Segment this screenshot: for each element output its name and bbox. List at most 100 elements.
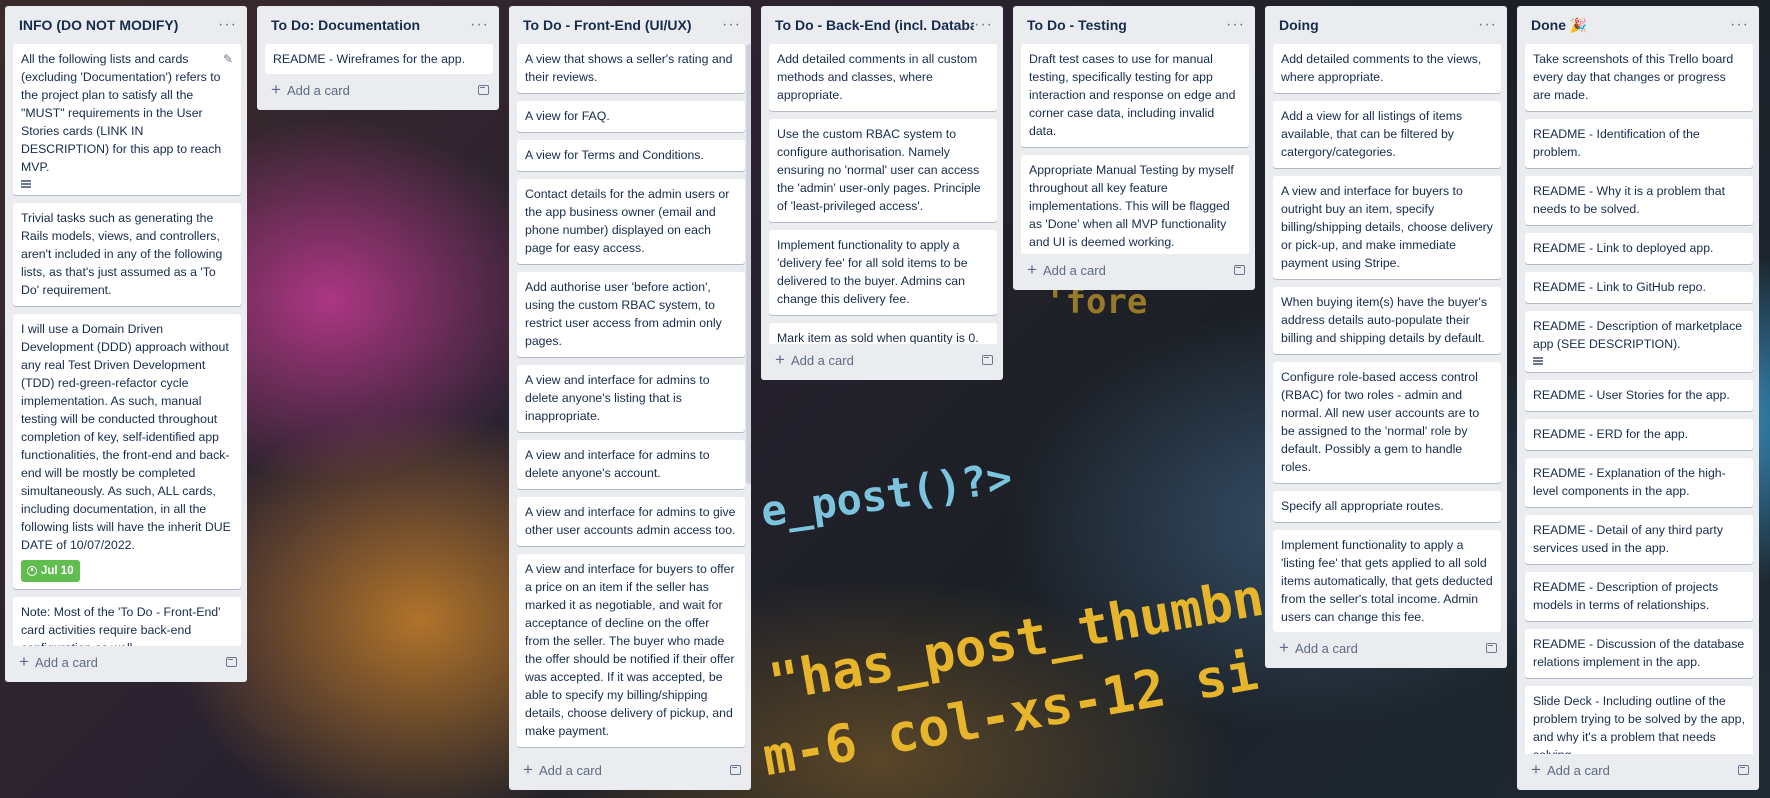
card-text: README - Link to deployed app. [1533, 241, 1714, 255]
card-text: All the following lists and cards (exclu… [21, 52, 222, 174]
list-title[interactable]: To Do - Front-End (UI/UX) [523, 17, 691, 33]
description-icon [21, 180, 31, 188]
list-title[interactable]: INFO (DO NOT MODIFY) [19, 17, 178, 33]
list-title[interactable]: Doing [1279, 17, 1319, 33]
create-from-template-icon[interactable] [1738, 765, 1749, 775]
card[interactable]: A view and interface for buyers to outri… [1273, 176, 1501, 279]
list-title[interactable]: Done 🎉 [1531, 17, 1587, 34]
card[interactable]: Appropriate Manual Testing by myself thr… [1021, 155, 1249, 254]
card[interactable]: Add detailed comments in all custom meth… [769, 44, 997, 111]
card[interactable]: README - Explanation of the high-level c… [1525, 458, 1753, 507]
card[interactable]: A view and interface for admins to delet… [517, 365, 745, 432]
card[interactable]: Mark item as sold when quantity is 0. [769, 323, 997, 344]
add-card-button[interactable]: + Add a card [1279, 639, 1358, 656]
create-from-template-icon[interactable] [1486, 643, 1497, 653]
card[interactable]: A view and interface for admins to delet… [517, 440, 745, 489]
list-menu-icon[interactable]: ··· [1226, 17, 1245, 33]
card[interactable]: README - Link to GitHub repo. [1525, 272, 1753, 303]
card-text: A view for Terms and Conditions. [525, 148, 704, 162]
card-text: I will use a Domain Driven Development (… [21, 322, 231, 552]
plus-icon: + [523, 760, 533, 779]
card[interactable]: README - Why it is a problem that needs … [1525, 176, 1753, 225]
list-menu-icon[interactable]: ··· [218, 17, 237, 33]
add-card-button[interactable]: + Add a card [523, 760, 602, 779]
due-date-badge[interactable]: Jul 10 [21, 560, 80, 582]
card[interactable]: Slide Deck - Including outline of the pr… [1525, 686, 1753, 754]
card-text: Appropriate Manual Testing by myself thr… [1029, 163, 1234, 249]
card[interactable]: README - Link to deployed app. [1525, 233, 1753, 264]
add-card-label: Add a card [1294, 640, 1358, 656]
card[interactable]: README - Discussion of the database rela… [1525, 629, 1753, 678]
card[interactable]: README - Identification of the problem. [1525, 119, 1753, 168]
list-title[interactable]: To Do: Documentation [271, 17, 420, 33]
card[interactable]: README - Detail of any third party servi… [1525, 515, 1753, 564]
add-card-button[interactable]: + Add a card [19, 653, 98, 670]
card-container: ✎ All the following lists and cards (exc… [5, 40, 247, 646]
card-text: Implement functionality to apply a 'list… [1281, 538, 1493, 624]
card[interactable]: Use the custom RBAC system to configure … [769, 119, 997, 222]
card-text: Add a view for all listings of items ava… [1281, 109, 1463, 159]
card-container: Add detailed comments to the views, wher… [1265, 40, 1507, 632]
card-text: Use the custom RBAC system to configure … [777, 127, 981, 213]
card[interactable]: Configure role-based access control (RBA… [1273, 362, 1501, 483]
card[interactable]: A view for FAQ. [517, 101, 745, 132]
list-header: Done 🎉 ··· [1517, 6, 1759, 40]
card[interactable]: A view for Terms and Conditions. [517, 140, 745, 171]
list-title[interactable]: To Do - Testing [1027, 17, 1127, 33]
card[interactable]: Note: Most of the 'To Do - Front-End' ca… [13, 597, 241, 646]
card-text: README - ERD for the app. [1533, 427, 1689, 441]
card[interactable]: Trivial tasks such as generating the Rai… [13, 203, 241, 306]
card[interactable]: Contact details for the admin users or t… [517, 179, 745, 264]
create-from-template-icon[interactable] [730, 765, 741, 775]
card[interactable]: README - ERD for the app. [1525, 419, 1753, 450]
card[interactable]: README - User Stories for the app. [1525, 380, 1753, 411]
create-from-template-icon[interactable] [1234, 265, 1245, 275]
card[interactable]: Add a view for all listings of items ava… [1273, 101, 1501, 168]
list-footer: + Add a card [1265, 632, 1507, 668]
list-menu-icon[interactable]: ··· [1478, 17, 1497, 33]
create-from-template-icon[interactable] [226, 657, 237, 667]
list-doing: Doing ··· Add detailed comments to the v… [1265, 6, 1507, 668]
card[interactable]: Take screenshots of this Trello board ev… [1525, 44, 1753, 111]
card[interactable]: Implement functionality to apply a 'list… [1273, 530, 1501, 632]
card[interactable]: Draft test cases to use for manual testi… [1021, 44, 1249, 147]
card-text: README - Wireframes for the app. [273, 52, 466, 66]
list-header: To Do - Back-End (incl. Database) ··· [761, 6, 1003, 40]
card[interactable]: A view and interface for buyers to offer… [517, 554, 745, 747]
plus-icon: + [271, 80, 281, 99]
list-menu-icon[interactable]: ··· [1730, 17, 1749, 33]
card-text: Draft test cases to use for manual testi… [1029, 52, 1236, 138]
add-card-button[interactable]: + Add a card [775, 350, 854, 369]
card-text: Specify all appropriate routes. [1281, 499, 1444, 513]
card[interactable]: Specify all appropriate routes. [1273, 491, 1501, 522]
add-card-button[interactable]: + Add a card [1027, 261, 1106, 278]
create-from-template-icon[interactable] [982, 355, 993, 365]
card[interactable]: ✎ All the following lists and cards (exc… [13, 44, 241, 195]
edit-pencil-icon[interactable]: ✎ [223, 50, 233, 68]
card[interactable]: Add authorise user 'before action', usin… [517, 272, 745, 357]
card[interactable]: When buying item(s) have the buyer's add… [1273, 287, 1501, 354]
add-card-button[interactable]: + Add a card [271, 80, 350, 99]
list-menu-icon[interactable]: ··· [470, 17, 489, 33]
plus-icon: + [775, 350, 785, 369]
list-menu-icon[interactable]: ··· [974, 17, 993, 33]
add-card-label: Add a card [1042, 262, 1106, 278]
card-text: Slide Deck - Including outline of the pr… [1533, 694, 1745, 754]
card[interactable]: A view that shows a seller's rating and … [517, 44, 745, 93]
card[interactable]: README - Wireframes for the app. [265, 44, 493, 74]
card-text: A view and interface for buyers to outri… [1281, 184, 1493, 270]
card[interactable]: A view and interface for admins to give … [517, 497, 745, 546]
create-from-template-icon[interactable] [478, 85, 489, 95]
card[interactable]: README - Description of projects models … [1525, 572, 1753, 621]
list-documentation: To Do: Documentation ··· README - Wirefr… [257, 6, 499, 110]
add-card-button[interactable]: + Add a card [1531, 761, 1610, 778]
card[interactable]: Add detailed comments to the views, wher… [1273, 44, 1501, 93]
card[interactable]: README - Description of marketplace app … [1525, 311, 1753, 372]
list-title[interactable]: To Do - Back-End (incl. Database) [775, 17, 974, 33]
board: INFO (DO NOT MODIFY) ··· ✎ All the follo… [0, 0, 1770, 798]
list-scrollbar[interactable] [746, 44, 751, 484]
card-text: When buying item(s) have the buyer's add… [1281, 295, 1488, 345]
list-menu-icon[interactable]: ··· [722, 17, 741, 33]
card[interactable]: Implement functionality to apply a 'deli… [769, 230, 997, 315]
card[interactable]: I will use a Domain Driven Development (… [13, 314, 241, 589]
